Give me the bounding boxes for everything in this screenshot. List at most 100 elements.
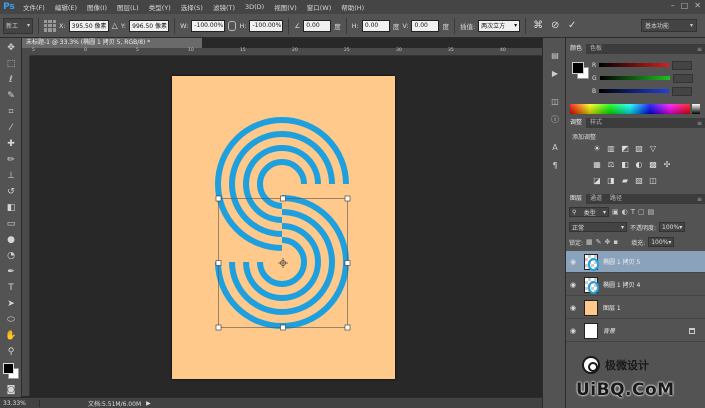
layer-name[interactable]: 椭圆 1 拷贝 4 bbox=[603, 280, 640, 289]
menu-type[interactable]: 类型(Y) bbox=[144, 2, 176, 12]
eyedropper-tool-icon[interactable]: ⁄ bbox=[5, 122, 17, 134]
transform-handle[interactable] bbox=[280, 195, 286, 202]
type-layer-filter-icon[interactable]: T bbox=[631, 208, 635, 216]
transform-handle[interactable] bbox=[344, 260, 351, 266]
menu-help[interactable]: 帮助(H) bbox=[336, 2, 369, 12]
maximize-icon[interactable]: □ bbox=[681, 1, 689, 10]
quick-mask-icon[interactable]: ◙ bbox=[5, 384, 17, 396]
green-slider-track[interactable] bbox=[599, 76, 670, 80]
crop-tool-icon[interactable]: ⌗ bbox=[5, 106, 17, 118]
grayscale-ramp[interactable] bbox=[692, 104, 700, 114]
zoom-level[interactable]: 33.33% bbox=[0, 399, 40, 407]
link-icon[interactable] bbox=[228, 20, 237, 31]
history-icon[interactable]: ▤ bbox=[549, 50, 561, 62]
transform-handle[interactable] bbox=[344, 195, 351, 202]
eye-icon[interactable]: ◉ bbox=[566, 304, 580, 312]
actions-icon[interactable]: ▶ bbox=[549, 68, 561, 80]
ellipse-tool-icon[interactable]: ⬭ bbox=[5, 314, 17, 326]
hskew-field[interactable]: 0.00 bbox=[361, 19, 390, 32]
workspace-switcher[interactable]: 基本功能 ▾ bbox=[641, 19, 697, 32]
blue-value-field[interactable] bbox=[672, 86, 693, 96]
zoom-tool-icon[interactable]: ⚲ bbox=[5, 346, 17, 358]
transform-handle[interactable] bbox=[215, 195, 222, 202]
minimize-icon[interactable]: – bbox=[671, 1, 675, 10]
hue-saturation-icon[interactable]: ▦ bbox=[592, 160, 602, 170]
vskew-field[interactable]: 0.00 bbox=[411, 19, 440, 32]
layer-row[interactable]: ◉ 椭圆 1 拷贝 4 bbox=[566, 274, 705, 296]
x-field[interactable]: 395.50 像素 bbox=[68, 19, 109, 32]
pen-tool-icon[interactable]: ✒ bbox=[5, 266, 17, 278]
green-value-field[interactable] bbox=[672, 73, 693, 83]
tool-preset-picker[interactable]: 新工 ▾ bbox=[3, 17, 33, 34]
transform-handle[interactable] bbox=[344, 324, 351, 331]
shape-layer-filter-icon[interactable]: ▢ bbox=[638, 208, 645, 216]
foreground-color-swatch[interactable] bbox=[572, 62, 584, 74]
transform-handle[interactable] bbox=[280, 324, 286, 331]
layer-name[interactable]: 椭圆 1 拷贝 5 bbox=[603, 257, 640, 266]
posterize-icon[interactable]: ◨ bbox=[606, 176, 616, 186]
angle-field[interactable]: 0.00 bbox=[303, 19, 332, 32]
red-value-field[interactable] bbox=[672, 60, 693, 70]
lock-position-icon[interactable]: ✥ bbox=[605, 238, 611, 246]
opacity-field[interactable]: 100% ▾ bbox=[659, 222, 686, 232]
quick-select-tool-icon[interactable]: ✎ bbox=[5, 90, 17, 102]
lock-pixels-icon[interactable]: ✎ bbox=[596, 238, 602, 246]
color-lookup-icon[interactable]: ✣ bbox=[662, 160, 672, 170]
hand-tool-icon[interactable]: ✋ bbox=[5, 330, 17, 342]
panel-menu-icon[interactable]: ≡ bbox=[697, 120, 702, 127]
document-tab[interactable]: 未标题-1 @ 33.3% (椭圆 1 拷贝 5, RGB/8) * bbox=[22, 38, 202, 48]
invert-icon[interactable]: ◪ bbox=[592, 176, 602, 186]
tab-adjustments[interactable]: 调整 bbox=[566, 118, 587, 128]
blend-mode-select[interactable]: 正常 ▾ bbox=[569, 222, 627, 232]
panel-menu-icon[interactable]: ≡ bbox=[697, 196, 702, 203]
ruler-origin[interactable] bbox=[22, 48, 30, 56]
photo-filter-icon[interactable]: ◐ bbox=[634, 160, 644, 170]
tab-channels[interactable]: 通道 bbox=[586, 194, 606, 204]
transform-pivot-icon[interactable] bbox=[278, 258, 288, 268]
foreground-color-swatch[interactable] bbox=[3, 363, 14, 374]
reference-point-icon[interactable] bbox=[44, 19, 56, 32]
transform-handle[interactable] bbox=[215, 324, 222, 331]
smart-object-filter-icon[interactable]: ▤ bbox=[648, 208, 655, 216]
width-field[interactable]: -100.00% bbox=[191, 19, 226, 32]
adjustment-layer-filter-icon[interactable]: ◐ bbox=[622, 208, 628, 216]
vibrance-icon[interactable]: ▽ bbox=[648, 144, 658, 154]
properties-icon[interactable]: ◫ bbox=[549, 96, 561, 108]
clone-stamp-tool-icon[interactable]: ⊥ bbox=[5, 170, 17, 182]
red-channel-slider[interactable]: R bbox=[592, 60, 702, 70]
menu-filter[interactable]: 滤镜(T) bbox=[208, 2, 240, 12]
vertical-ruler[interactable] bbox=[22, 56, 30, 396]
menu-image[interactable]: 图像(I) bbox=[82, 2, 112, 12]
delta-icon[interactable]: △ bbox=[112, 21, 118, 30]
menu-file[interactable]: 文件(F) bbox=[18, 2, 50, 12]
selective-color-icon[interactable]: ◫ bbox=[648, 176, 658, 186]
document-canvas[interactable] bbox=[172, 76, 395, 379]
height-field[interactable]: -100.00% bbox=[249, 19, 284, 32]
fill-field[interactable]: 100% ▾ bbox=[648, 237, 675, 247]
horizontal-ruler[interactable]: 5 0 5 10 15 20 25 30 35 40 bbox=[30, 48, 542, 56]
eye-icon[interactable]: ◉ bbox=[566, 258, 580, 266]
brightness-icon[interactable]: ☀ bbox=[592, 144, 602, 154]
character-icon[interactable]: A bbox=[549, 142, 561, 154]
tab-color[interactable]: 颜色 bbox=[566, 44, 587, 54]
tab-swatches[interactable]: 色板 bbox=[586, 44, 606, 54]
curves-icon[interactable]: ◩ bbox=[620, 144, 630, 154]
menu-select[interactable]: 选择(S) bbox=[176, 2, 208, 12]
marquee-tool-icon[interactable]: ⬚ bbox=[5, 58, 17, 70]
threshold-icon[interactable]: ▰ bbox=[620, 176, 630, 186]
blur-tool-icon[interactable]: ● bbox=[5, 234, 17, 246]
eraser-tool-icon[interactable]: ◧ bbox=[5, 202, 17, 214]
blue-channel-slider[interactable]: B bbox=[592, 86, 702, 96]
layer-row[interactable]: ◉ 图层 1 bbox=[566, 297, 705, 319]
red-slider-track[interactable] bbox=[599, 63, 670, 67]
levels-icon[interactable]: ▥ bbox=[606, 144, 616, 154]
layer-kind-filter[interactable]: ⚲ 类型 ▾ bbox=[569, 207, 609, 217]
color-balance-icon[interactable]: ⚖ bbox=[606, 160, 616, 170]
close-icon[interactable]: ✕ bbox=[694, 1, 701, 10]
layer-name[interactable]: 背景 bbox=[603, 326, 615, 335]
menu-view[interactable]: 视图(V) bbox=[269, 2, 302, 12]
pixel-layer-filter-icon[interactable]: ▣ bbox=[612, 208, 619, 216]
layer-name[interactable]: 图层 1 bbox=[603, 303, 621, 312]
layer-row[interactable]: ◉ 椭圆 1 拷贝 5 bbox=[566, 251, 705, 273]
green-channel-slider[interactable]: G bbox=[592, 73, 702, 83]
